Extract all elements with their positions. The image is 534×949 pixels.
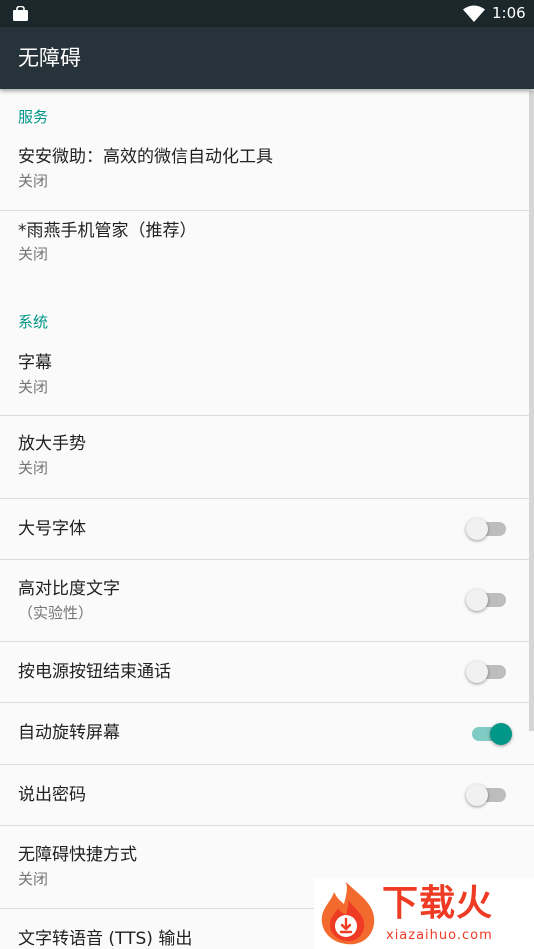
setting-title: 高对比度文字 bbox=[18, 579, 120, 599]
setting-item-auto-rotate-screen[interactable]: 自动旋转屏幕 bbox=[0, 703, 534, 764]
page-title: 无障碍 bbox=[18, 46, 81, 70]
setting-item-power-button-ends-call[interactable]: 按电源按钮结束通话 bbox=[0, 642, 534, 702]
setting-item-speak-passwords[interactable]: 说出密码 bbox=[0, 765, 534, 825]
setting-summary: 关闭 bbox=[18, 245, 49, 263]
wifi-icon bbox=[463, 5, 485, 22]
flame-logo-icon bbox=[321, 882, 375, 945]
setting-item-high-contrast-text[interactable]: 高对比度文字 （实验性） bbox=[0, 560, 534, 641]
watermark-domain: xiazaihuo.com bbox=[386, 928, 493, 943]
setting-title: 自动旋转屏幕 bbox=[18, 723, 120, 743]
app-bar: 无障碍 bbox=[0, 27, 534, 89]
setting-item-magnification-gestures[interactable]: 放大手势 关闭 bbox=[0, 416, 534, 498]
setting-item-yuyan-manager[interactable]: *雨燕手机管家（推荐） 关闭 bbox=[0, 211, 534, 293]
speak-passwords-toggle[interactable] bbox=[466, 782, 512, 808]
power-button-ends-call-toggle[interactable] bbox=[466, 659, 512, 685]
setting-item-captions[interactable]: 字幕 关闭 bbox=[0, 342, 534, 415]
watermark-brand: 下载火 bbox=[382, 883, 494, 924]
scrollbar[interactable] bbox=[529, 91, 534, 731]
auto-rotate-screen-toggle[interactable] bbox=[466, 721, 512, 747]
setting-item-anan-assistant[interactable]: 安安微助：高效的微信自动化工具 关闭 bbox=[0, 137, 534, 210]
setting-title: 大号字体 bbox=[18, 519, 86, 539]
setting-title: 说出密码 bbox=[18, 785, 86, 805]
setting-title: 按电源按钮结束通话 bbox=[18, 662, 171, 682]
setting-title: 无障碍快捷方式 bbox=[18, 845, 137, 865]
setting-item-large-text[interactable]: 大号字体 bbox=[0, 499, 534, 559]
setting-summary: 关闭 bbox=[18, 172, 49, 190]
setting-title: 文字转语音 (TTS) 输出 bbox=[18, 929, 193, 949]
setting-title: 安安微助：高效的微信自动化工具 bbox=[18, 147, 273, 167]
high-contrast-text-toggle[interactable] bbox=[466, 587, 512, 613]
setting-title: 字幕 bbox=[18, 353, 52, 373]
section-header-services: 服务 bbox=[18, 108, 49, 126]
status-bar: 1:06 bbox=[0, 0, 534, 27]
setting-summary: 关闭 bbox=[18, 459, 49, 477]
watermark-logo: 下载火 xiazaihuo.com bbox=[314, 878, 534, 949]
setting-title: 放大手势 bbox=[18, 434, 86, 454]
settings-list[interactable]: 服务 安安微助：高效的微信自动化工具 关闭 *雨燕手机管家（推荐） 关闭 系统 … bbox=[0, 89, 534, 949]
section-header-system: 系统 bbox=[18, 313, 49, 331]
setting-summary: 关闭 bbox=[18, 870, 49, 888]
large-text-toggle[interactable] bbox=[466, 516, 512, 542]
setting-summary: （实验性） bbox=[18, 604, 94, 622]
shopping-bag-icon bbox=[13, 6, 28, 21]
setting-summary: 关闭 bbox=[18, 378, 49, 396]
setting-title: *雨燕手机管家（推荐） bbox=[18, 221, 197, 241]
clock: 1:06 bbox=[492, 4, 526, 22]
